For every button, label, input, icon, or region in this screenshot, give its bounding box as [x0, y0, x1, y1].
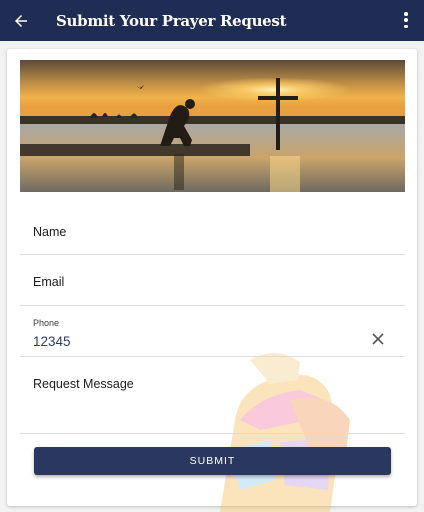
- name-label: Name: [33, 225, 67, 239]
- email-label: Email: [33, 275, 65, 289]
- arrow-left-icon: [15, 14, 27, 27]
- more-vert-icon: [404, 12, 408, 28]
- request-message-label: Request Message: [33, 377, 134, 391]
- app-bar: Submit Your Prayer Request: [0, 0, 424, 41]
- more-options-button[interactable]: [398, 12, 414, 30]
- phone-input[interactable]: 12345: [33, 334, 71, 349]
- submit-button[interactable]: SUBMIT: [34, 447, 391, 475]
- close-icon[interactable]: [371, 332, 385, 346]
- page-title: Submit Your Prayer Request: [56, 11, 287, 30]
- request-message-field[interactable]: Request Message: [20, 358, 405, 434]
- email-field[interactable]: Email: [20, 256, 405, 306]
- name-field[interactable]: Name: [20, 212, 405, 255]
- hero-image: [20, 60, 405, 192]
- back-button[interactable]: [0, 0, 42, 41]
- phone-label: Phone: [33, 318, 60, 328]
